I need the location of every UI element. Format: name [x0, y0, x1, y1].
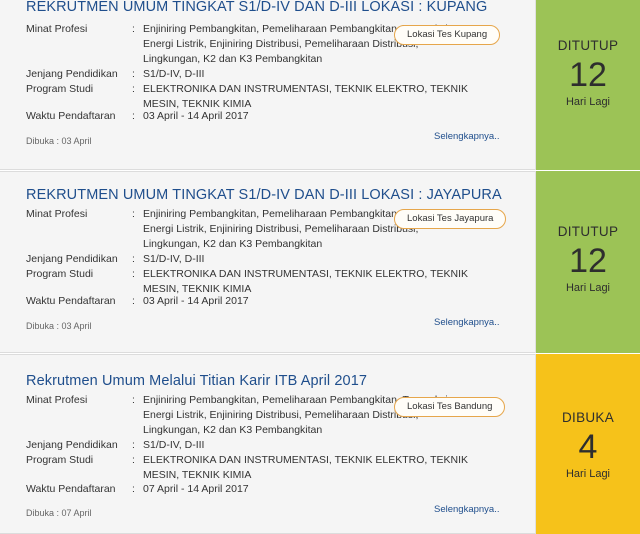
job-card-bandung: Rekrutmen Umum Melalui Titian Karir ITB …	[0, 354, 640, 534]
jenjang-pendidikan-label: Jenjang Pendidikan	[26, 439, 118, 451]
job-card-body: REKRUTMEN UMUM TINGKAT S1/D-IV DAN D-III…	[0, 0, 536, 169]
program-studi-label: Program Studi	[26, 83, 94, 95]
separator: :	[132, 253, 135, 265]
read-more-link[interactable]: Selengkapnya..	[434, 131, 500, 142]
status-label: DITUTUP	[557, 38, 619, 53]
separator: :	[132, 110, 135, 122]
job-title[interactable]: REKRUTMEN UMUM TINGKAT S1/D-IV DAN D-III…	[26, 0, 487, 15]
jenjang-pendidikan-value: S1/D-IV, D-III	[143, 439, 205, 451]
job-card-body: Rekrutmen Umum Melalui Titian Karir ITB …	[0, 355, 536, 533]
separator: :	[132, 454, 135, 466]
job-card-jayapura: REKRUTMEN UMUM TINGKAT S1/D-IV DAN D-III…	[0, 171, 640, 353]
separator: :	[132, 483, 135, 495]
status-panel: DITUTUP 12 Hari Lagi	[535, 0, 640, 170]
program-studi-value: ELEKTRONIKA DAN INSTRUMENTASI, TEKNIK EL…	[143, 83, 468, 110]
jenjang-pendidikan-value: S1/D-IV, D-III	[143, 68, 205, 80]
days-count: 4	[578, 428, 598, 466]
location-test-button[interactable]: Lokasi Tes Kupang	[394, 25, 501, 45]
status-label: DIBUKA	[561, 410, 615, 425]
program-studi-value: ELEKTRONIKA DAN INSTRUMENTASI, TEKNIK EL…	[143, 454, 468, 481]
program-studi-value: ELEKTRONIKA DAN INSTRUMENTASI, TEKNIK EL…	[143, 268, 468, 295]
days-count: 12	[569, 242, 607, 280]
minat-profesi-label: Minat Profesi	[26, 23, 88, 35]
waktu-pendaftaran-label: Waktu Pendaftaran	[26, 483, 116, 495]
jenjang-pendidikan-label: Jenjang Pendidikan	[26, 253, 118, 265]
program-studi-label: Program Studi	[26, 454, 94, 466]
program-studi-label: Program Studi	[26, 268, 94, 280]
status-panel: DITUTUP 12 Hari Lagi	[535, 171, 640, 353]
location-test-button[interactable]: Lokasi Tes Bandung	[394, 397, 506, 417]
read-more-link[interactable]: Selengkapnya..	[434, 317, 500, 328]
separator: :	[132, 439, 135, 451]
job-card-kupang: REKRUTMEN UMUM TINGKAT S1/D-IV DAN D-III…	[0, 0, 640, 170]
separator: :	[132, 208, 135, 220]
waktu-pendaftaran-value: 03 April - 14 April 2017	[143, 295, 249, 307]
job-title[interactable]: REKRUTMEN UMUM TINGKAT S1/D-IV DAN D-III…	[26, 187, 502, 203]
days-label: Hari Lagi	[565, 468, 611, 480]
separator: :	[132, 23, 135, 35]
status-panel: DIBUKA 4 Hari Lagi	[535, 354, 640, 534]
separator: :	[132, 268, 135, 280]
location-test-button[interactable]: Lokasi Tes Jayapura	[394, 209, 507, 229]
days-label: Hari Lagi	[565, 96, 611, 108]
opened-date: Dibuka : 03 April	[26, 321, 92, 331]
days-count: 12	[569, 56, 607, 94]
waktu-pendaftaran-value: 03 April - 14 April 2017	[143, 110, 249, 122]
job-card-body: REKRUTMEN UMUM TINGKAT S1/D-IV DAN D-III…	[0, 172, 536, 352]
read-more-link[interactable]: Selengkapnya..	[434, 504, 500, 515]
minat-profesi-label: Minat Profesi	[26, 394, 88, 406]
jenjang-pendidikan-value: S1/D-IV, D-III	[143, 253, 205, 265]
separator: :	[132, 68, 135, 80]
separator: :	[132, 394, 135, 406]
waktu-pendaftaran-label: Waktu Pendaftaran	[26, 295, 116, 307]
separator: :	[132, 83, 135, 95]
opened-date: Dibuka : 03 April	[26, 136, 92, 146]
jenjang-pendidikan-label: Jenjang Pendidikan	[26, 68, 118, 80]
opened-date: Dibuka : 07 April	[26, 508, 92, 518]
minat-profesi-label: Minat Profesi	[26, 208, 88, 220]
status-label: DITUTUP	[557, 224, 619, 239]
days-label: Hari Lagi	[565, 282, 611, 294]
job-title[interactable]: Rekrutmen Umum Melalui Titian Karir ITB …	[26, 373, 367, 389]
waktu-pendaftaran-label: Waktu Pendaftaran	[26, 110, 116, 122]
separator: :	[132, 295, 135, 307]
waktu-pendaftaran-value: 07 April - 14 April 2017	[143, 483, 249, 495]
